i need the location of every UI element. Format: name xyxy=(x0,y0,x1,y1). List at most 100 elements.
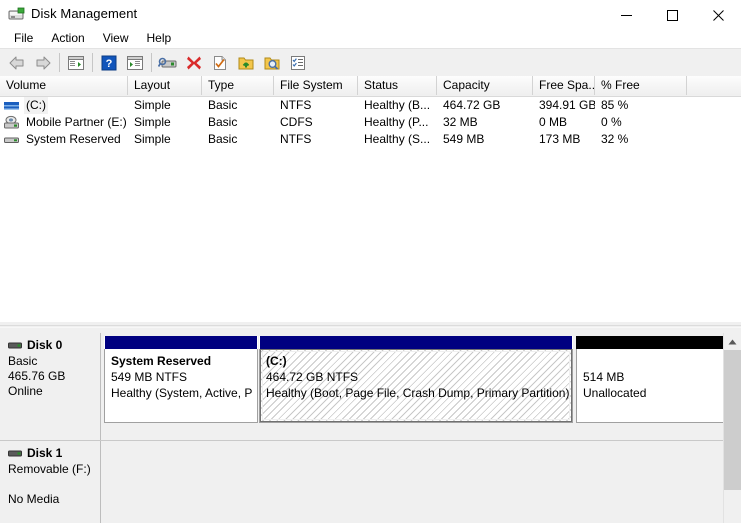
column-header-free-space[interactable]: Free Spa... xyxy=(533,76,595,95)
volume-cell[interactable]: Mobile Partner (E:) xyxy=(0,114,128,131)
partition-label: (C:) xyxy=(266,354,287,368)
minimize-button[interactable] xyxy=(603,0,649,31)
cd-drive-icon xyxy=(4,115,20,131)
close-button[interactable] xyxy=(695,0,741,31)
delete-volume-button[interactable] xyxy=(182,51,206,74)
scrollbar-thumb[interactable] xyxy=(724,350,741,490)
percent-free-cell: 85 % xyxy=(601,98,629,112)
volume-cell[interactable]: (C:) xyxy=(0,97,128,114)
partition-color-bar xyxy=(104,336,258,349)
column-header-layout[interactable]: Layout xyxy=(128,76,202,95)
svg-text:?: ? xyxy=(106,58,113,70)
help-button[interactable]: ? xyxy=(97,51,121,74)
table-row[interactable]: System Reserved Simple Basic NTFS Health… xyxy=(0,131,741,148)
disk-title-disk-1: Disk 1 xyxy=(8,446,100,460)
show-hide-action-pane-button[interactable] xyxy=(123,51,147,74)
properties-button[interactable] xyxy=(208,51,232,74)
disk-size-label: 465.76 GB xyxy=(8,369,66,383)
percent-free-cell: 0 % xyxy=(601,115,622,129)
table-row[interactable]: (C:) Simple Basic NTFS Healthy (B... 464… xyxy=(0,97,741,114)
partition-size: 464.72 GB NTFS xyxy=(266,370,359,384)
layout-cell: Simple xyxy=(134,115,171,129)
hard-disk-volume-icon xyxy=(4,132,20,148)
volume-cell[interactable]: System Reserved xyxy=(0,131,128,148)
layout-cell: Simple xyxy=(134,132,171,146)
graphical-view-scrollbar[interactable] xyxy=(723,333,741,523)
free-space-cell: 394.91 GB xyxy=(539,98,595,112)
rescan-disks-button[interactable] xyxy=(156,51,180,74)
search-button[interactable] xyxy=(260,51,284,74)
scroll-up-icon xyxy=(728,339,737,344)
maximize-button[interactable] xyxy=(649,0,695,31)
disk-title-disk-0: Disk 0 xyxy=(8,338,100,352)
capacity-cell: 549 MB xyxy=(443,132,485,146)
column-header-empty[interactable] xyxy=(687,76,741,95)
c-drive-partition[interactable]: (C:) 464.72 GB NTFS Healthy (Boot, Page … xyxy=(259,336,573,423)
disk-status-label: No Media xyxy=(8,492,60,506)
column-header-volume[interactable]: Volume xyxy=(0,76,128,95)
partition-size: 549 MB NTFS xyxy=(111,370,188,384)
type-cell: Basic xyxy=(208,115,238,129)
free-space-cell: 173 MB xyxy=(539,132,581,146)
volume-list-body: (C:) Simple Basic NTFS Healthy (B... 464… xyxy=(0,97,741,148)
disk-type-label: Removable (F:) xyxy=(8,462,91,476)
status-cell: Healthy (S... xyxy=(364,132,431,146)
partition-color-bar xyxy=(259,336,573,349)
disk-row-disk-1[interactable]: Disk 1 Removable (F:) No Media xyxy=(0,441,724,523)
back-button[interactable] xyxy=(5,51,29,74)
list-view-button[interactable] xyxy=(286,51,310,74)
menu-help[interactable]: Help xyxy=(139,29,180,47)
toolbar: ? xyxy=(0,48,741,77)
volume-label: System Reserved xyxy=(26,132,121,146)
partition-text: (C:) 464.72 GB NTFS Healthy (Boot, Page … xyxy=(260,349,572,401)
menu-file[interactable]: File xyxy=(6,29,41,47)
scroll-up-button[interactable] xyxy=(724,333,741,350)
column-header-status[interactable]: Status xyxy=(358,76,437,95)
disk-name-label: Disk 1 xyxy=(27,446,63,460)
disk-management-window: Disk Management File Action View Help ? … xyxy=(0,0,741,523)
column-header-type[interactable]: Type xyxy=(202,76,274,95)
title-bar: Disk Management xyxy=(0,0,741,31)
show-hide-console-tree-button[interactable] xyxy=(64,51,88,74)
disk-partitions-disk-1 xyxy=(102,441,724,523)
partition-text: 514 MB Unallocated xyxy=(577,349,728,401)
disk-management-icon xyxy=(8,7,25,23)
capacity-cell: 464.72 GB xyxy=(443,98,501,112)
disk-row-disk-0[interactable]: Disk 0 Basic 465.76 GB Online System Res… xyxy=(0,333,729,440)
layout-cell: Simple xyxy=(134,98,171,112)
partition-status: Unallocated xyxy=(583,386,647,400)
column-header-percent-free[interactable]: % Free xyxy=(595,76,687,95)
forward-button[interactable] xyxy=(31,51,55,74)
graphical-view-scroll-area: Disk 0 Basic 465.76 GB Online System Res… xyxy=(0,333,729,523)
unallocated-space[interactable]: 514 MB Unallocated xyxy=(576,336,729,423)
column-header-file-system[interactable]: File System xyxy=(274,76,358,95)
type-cell: Basic xyxy=(208,98,238,112)
system-reserved-partition[interactable]: System Reserved 549 MB NTFS Healthy (Sys… xyxy=(104,336,258,423)
menu-action[interactable]: Action xyxy=(43,29,92,47)
export-list-button[interactable] xyxy=(234,51,258,74)
splitter-line-highlight xyxy=(0,327,741,328)
table-row[interactable]: Mobile Partner (E:) Simple Basic CDFS He… xyxy=(0,114,741,131)
pane-splitter[interactable] xyxy=(0,322,741,333)
window-controls xyxy=(603,0,741,31)
disk-status-label: Online xyxy=(8,384,43,398)
partition-status: Healthy (Boot, Page File, Crash Dump, Pr… xyxy=(266,386,570,400)
volume-list-pane: Volume Layout Type File System Status Ca… xyxy=(0,76,741,322)
disk-name-label: Disk 0 xyxy=(27,338,63,352)
partition-body: System Reserved 549 MB NTFS Healthy (Sys… xyxy=(104,349,258,423)
partition-label: System Reserved xyxy=(111,354,212,368)
percent-free-cell: 32 % xyxy=(601,132,629,146)
volume-label: (C:) xyxy=(24,97,48,114)
toolbar-separator xyxy=(92,53,93,72)
disk-info-disk-0[interactable]: Disk 0 Basic 465.76 GB Online xyxy=(0,333,101,440)
partition-size: 514 MB xyxy=(583,370,625,384)
menu-view[interactable]: View xyxy=(95,29,137,47)
file-system-cell: NTFS xyxy=(280,132,312,146)
disk-info-disk-1[interactable]: Disk 1 Removable (F:) No Media xyxy=(0,441,101,523)
menu-bar: File Action View Help xyxy=(0,28,741,48)
volume-list-header: Volume Layout Type File System Status Ca… xyxy=(0,76,741,97)
partition-body: 514 MB Unallocated xyxy=(576,349,729,423)
graphical-view-pane: Disk 0 Basic 465.76 GB Online System Res… xyxy=(0,333,741,523)
disk-type-label: Basic xyxy=(8,354,38,368)
column-header-capacity[interactable]: Capacity xyxy=(437,76,533,95)
